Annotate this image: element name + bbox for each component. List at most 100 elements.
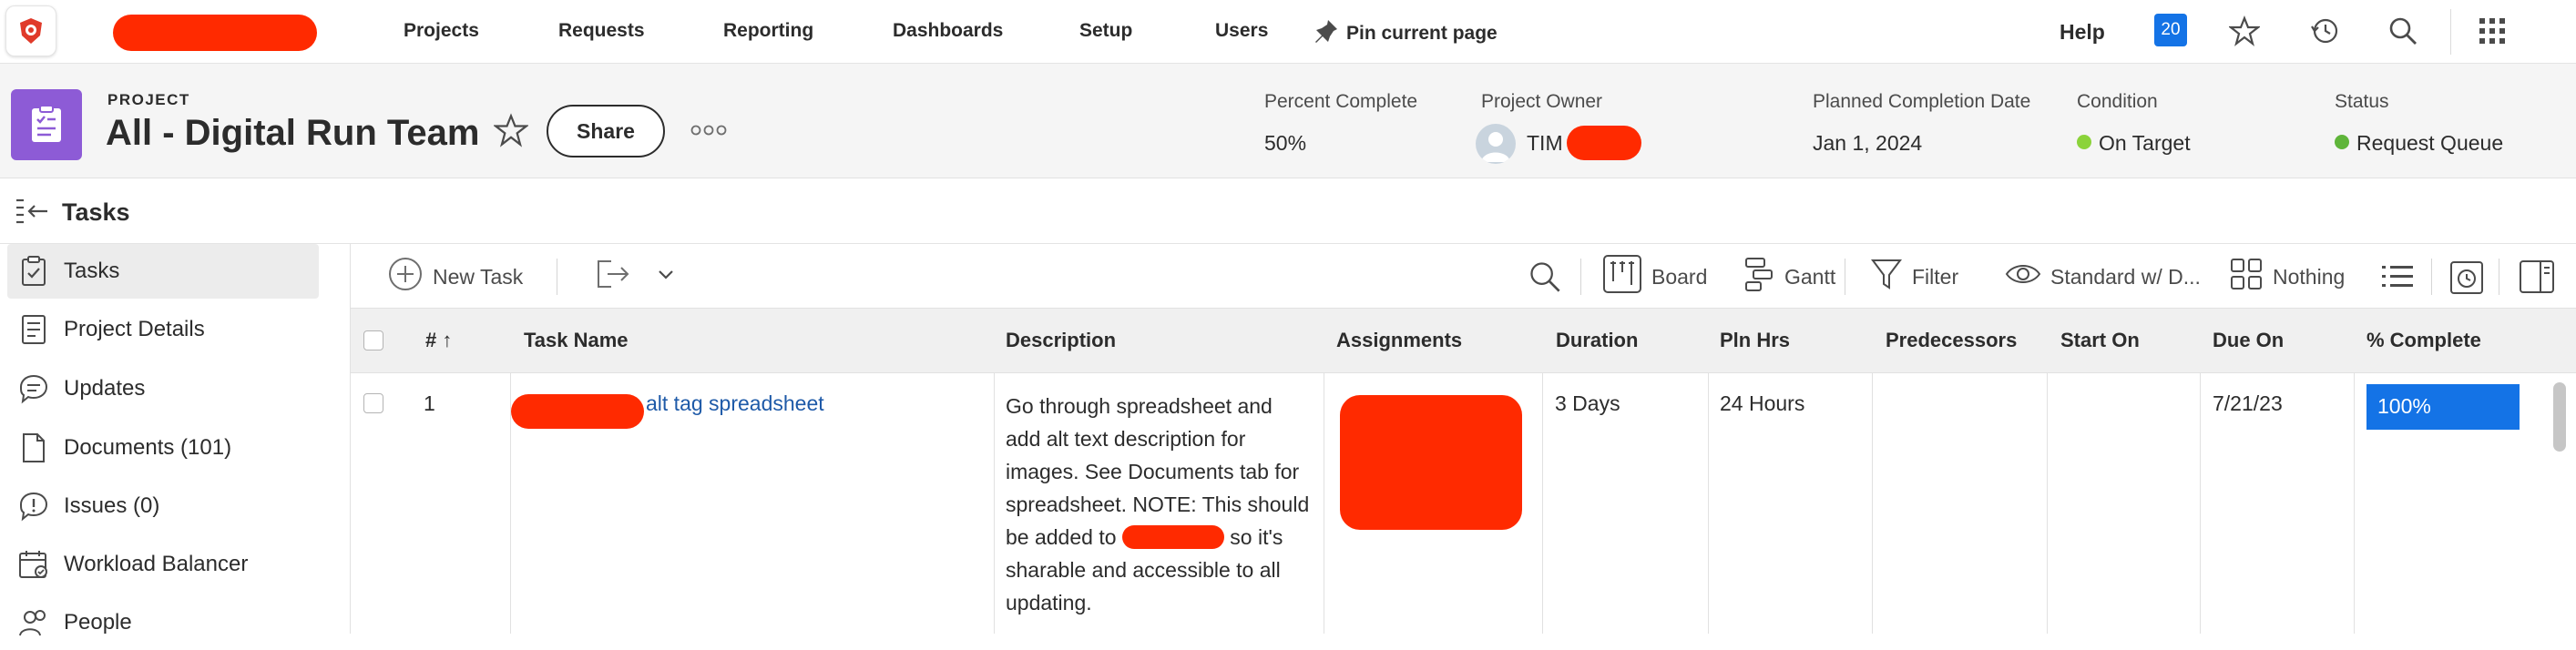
sidebar-item-label: Project Details bbox=[64, 317, 205, 341]
project-clipboard-icon bbox=[11, 89, 82, 160]
sidebar: Tasks Project Details Updates Documents … bbox=[0, 244, 350, 636]
project-header: PROJECT All - Digital Run Team Share Per… bbox=[0, 64, 2576, 178]
top-navigation: Projects Requests Reporting Dashboards S… bbox=[0, 0, 2576, 64]
gantt-view-button[interactable]: Gantt bbox=[1743, 256, 1835, 298]
vertical-scrollbar[interactable] bbox=[2553, 382, 2566, 452]
sidebar-item-issues[interactable]: Issues (0) bbox=[7, 479, 319, 533]
nav-setup[interactable]: Setup bbox=[1079, 20, 1132, 42]
nav-requests[interactable]: Requests bbox=[558, 20, 645, 42]
share-button[interactable]: Share bbox=[547, 105, 665, 157]
view-selector[interactable]: Standard w/ D... bbox=[2005, 259, 2201, 295]
star-icon[interactable] bbox=[2228, 15, 2261, 47]
column-header-predecessors[interactable]: Predecessors bbox=[1886, 329, 2017, 352]
row-checkbox[interactable] bbox=[363, 393, 383, 413]
project-title: All - Digital Run Team bbox=[106, 113, 480, 153]
column-header-task-name[interactable]: Task Name bbox=[524, 329, 629, 352]
column-header-percent-complete[interactable]: % Complete bbox=[2366, 329, 2481, 352]
redacted-task-prefix bbox=[511, 394, 644, 429]
column-divider bbox=[2200, 373, 2201, 634]
filter-label: Filter bbox=[1912, 264, 1959, 289]
file-icon bbox=[11, 432, 56, 463]
column-header-due-on[interactable]: Due On bbox=[2213, 329, 2284, 352]
owner-avatar[interactable] bbox=[1476, 124, 1516, 164]
sidebar-item-people[interactable]: People bbox=[7, 595, 319, 650]
new-task-button[interactable]: New Task bbox=[387, 256, 524, 298]
filter-button[interactable]: Filter bbox=[1870, 259, 1958, 295]
more-options-icon[interactable] bbox=[690, 124, 727, 141]
due-on-cell: 7/21/23 bbox=[2213, 391, 2283, 415]
planned-completion-label: Planned Completion Date bbox=[1813, 91, 2031, 112]
project-owner-label: Project Owner bbox=[1481, 91, 1603, 112]
percent-complete-bar[interactable]: 100% bbox=[2366, 384, 2520, 430]
condition-status-dot bbox=[2077, 135, 2091, 149]
column-header-duration[interactable]: Duration bbox=[1556, 329, 1638, 352]
column-header-assignments[interactable]: Assignments bbox=[1336, 329, 1462, 352]
toolbar-divider bbox=[1580, 259, 1581, 295]
status-dot bbox=[2335, 135, 2349, 149]
description-line: Go through spreadsheet and bbox=[1006, 394, 1273, 418]
nav-dashboards[interactable]: Dashboards bbox=[893, 20, 1003, 42]
sidebar-item-label: People bbox=[64, 610, 132, 635]
project-owner-value[interactable]: TIM bbox=[1527, 131, 1563, 156]
favorite-star-icon[interactable] bbox=[492, 113, 530, 152]
gantt-icon bbox=[1743, 256, 1775, 298]
new-task-label: New Task bbox=[433, 264, 524, 289]
grid-search-icon[interactable] bbox=[1528, 259, 1562, 295]
column-divider bbox=[2354, 373, 2355, 634]
sidebar-item-documents[interactable]: Documents (101) bbox=[7, 421, 319, 475]
export-button[interactable] bbox=[595, 259, 631, 295]
nav-divider bbox=[2450, 9, 2451, 55]
chat-bubble-icon bbox=[11, 373, 56, 404]
sidebar-item-tasks[interactable]: Tasks bbox=[7, 244, 319, 299]
timeline-view-icon[interactable] bbox=[2449, 259, 2484, 295]
app-logo-icon[interactable] bbox=[5, 5, 56, 56]
nav-reporting[interactable]: Reporting bbox=[723, 20, 813, 42]
board-view-button[interactable]: Board bbox=[1602, 255, 1707, 295]
collapse-sidebar-icon[interactable] bbox=[15, 197, 49, 232]
column-divider bbox=[1708, 373, 1709, 634]
column-header-start-on[interactable]: Start On bbox=[2060, 329, 2140, 352]
board-icon bbox=[1602, 254, 1642, 300]
calendar-icon bbox=[11, 549, 56, 580]
nav-projects[interactable]: Projects bbox=[404, 20, 479, 42]
status-field[interactable]: Request Queue bbox=[2335, 131, 2503, 156]
sidebar-item-project-details[interactable]: Project Details bbox=[7, 302, 319, 357]
row-number: 1 bbox=[424, 391, 435, 415]
help-link[interactable]: Help bbox=[2060, 20, 2105, 45]
pin-page-button[interactable]: Pin current page bbox=[1312, 16, 1498, 51]
description-line: spreadsheet. NOTE: This should bbox=[1006, 493, 1310, 516]
nav-users[interactable]: Users bbox=[1215, 20, 1268, 42]
notification-badge[interactable]: 20 bbox=[2154, 14, 2187, 46]
pln-hrs-cell: 24 Hours bbox=[1720, 391, 1805, 415]
description-line: images. See Documents tab for bbox=[1006, 460, 1300, 483]
toolbar-divider bbox=[2431, 259, 2432, 295]
column-divider bbox=[1872, 373, 1873, 634]
column-header-pln-hrs[interactable]: Pln Hrs bbox=[1720, 329, 1790, 352]
description-line: add alt text description for bbox=[1006, 427, 1246, 451]
grouping-icon bbox=[2229, 257, 2264, 297]
list-view-icon[interactable] bbox=[2380, 259, 2415, 295]
select-all-checkbox[interactable] bbox=[363, 330, 383, 350]
project-type-label: PROJECT bbox=[107, 91, 190, 108]
column-header-description[interactable]: Description bbox=[1006, 329, 1116, 352]
side-panel-icon[interactable] bbox=[2519, 259, 2555, 295]
sidebar-item-label: Updates bbox=[64, 376, 146, 401]
task-name-link[interactable]: alt tag spreadsheet bbox=[646, 391, 824, 416]
percent-complete-value: 50% bbox=[1264, 131, 1307, 155]
search-icon[interactable] bbox=[2387, 15, 2419, 47]
condition-field[interactable]: On Target bbox=[2077, 131, 2191, 156]
add-circle-icon bbox=[387, 256, 424, 298]
sidebar-item-updates[interactable]: Updates bbox=[7, 361, 319, 416]
issue-bubble-icon bbox=[11, 491, 56, 522]
grid-header-row: # ↑ Task Name Description Assignments Du… bbox=[351, 308, 2576, 373]
planned-completion-value: Jan 1, 2024 bbox=[1813, 131, 1923, 155]
pin-icon bbox=[1312, 16, 1341, 51]
more-actions-dropdown[interactable] bbox=[655, 259, 677, 295]
app-grid-icon[interactable] bbox=[2476, 15, 2509, 47]
history-icon[interactable] bbox=[2308, 15, 2341, 47]
task-description[interactable]: Go through spreadsheet and add alt text … bbox=[1006, 390, 1324, 619]
grouping-selector[interactable]: Nothing bbox=[2229, 259, 2345, 295]
column-header-number[interactable]: # ↑ bbox=[425, 329, 452, 352]
sidebar-item-workload-balancer[interactable]: Workload Balancer bbox=[7, 537, 319, 592]
sidebar-item-label: Workload Balancer bbox=[64, 552, 249, 576]
